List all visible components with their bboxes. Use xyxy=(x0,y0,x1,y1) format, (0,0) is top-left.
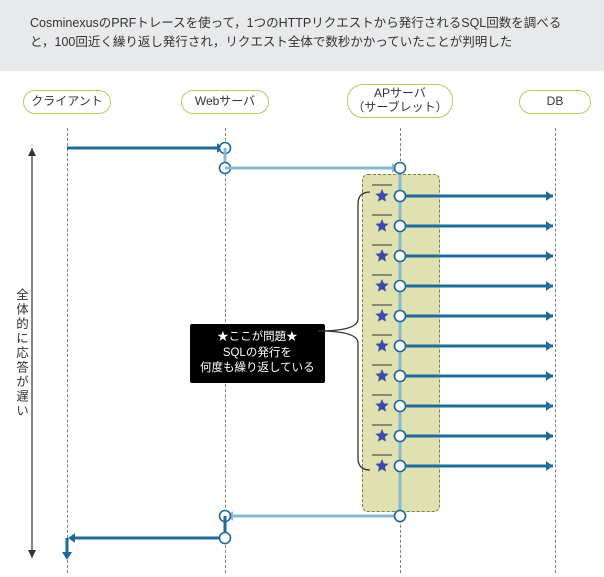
diagram-svg xyxy=(0,88,604,577)
description-banner: CosminexusのPRFトレースを使って，1つのHTTPリクエストから発行さ… xyxy=(0,0,604,71)
sequence-diagram: クライアント Webサーバ APサーバ （サーブレット） DB 全体的に応答が遅… xyxy=(0,88,604,577)
description-text: CosminexusのPRFトレースを使って，1つのHTTPリクエストから発行さ… xyxy=(30,16,561,49)
